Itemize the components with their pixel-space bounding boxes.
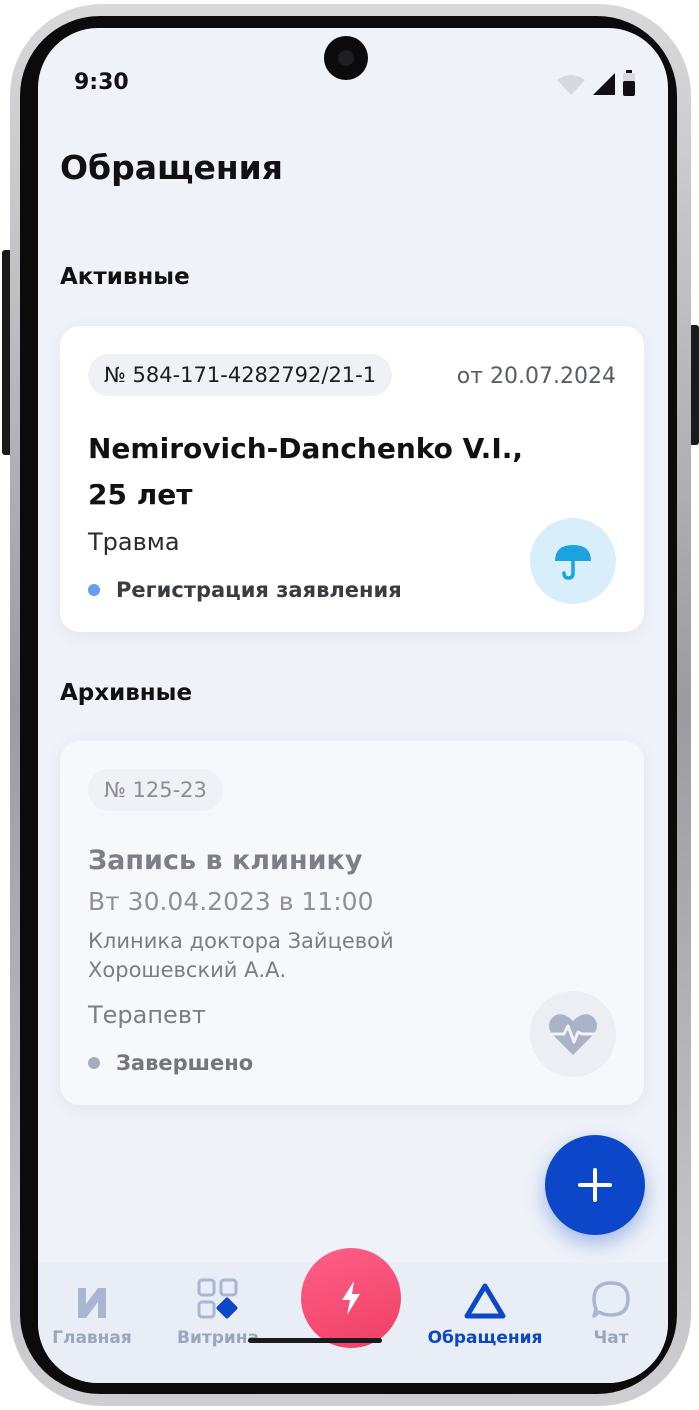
case-date: от 20.07.2024 — [456, 364, 616, 389]
case-category: Терапевт — [88, 1001, 206, 1029]
bottom-tab-bar: Главная Витрина Обращения Чат — [38, 1248, 668, 1383]
umbrella-icon — [530, 518, 616, 604]
section-title-active: Активные — [60, 264, 190, 290]
tab-cases[interactable]: Обращения — [425, 1262, 545, 1362]
appointment-title: Запись в клинику — [88, 845, 363, 876]
clinic-name: Клиника доктора Зайцевой — [88, 929, 394, 953]
signal-icon — [593, 73, 615, 95]
tab-chat[interactable]: Чат — [551, 1262, 668, 1362]
front-camera — [324, 36, 368, 80]
tab-showcase[interactable]: Витрина — [158, 1262, 278, 1362]
app-screen: 9:30 Обращения Активные № 584-171-428279… — [38, 28, 668, 1383]
tab-label: Чат — [593, 1328, 629, 1348]
quick-action-button[interactable] — [301, 1248, 401, 1348]
tab-label: Главная — [52, 1328, 132, 1348]
tab-home[interactable]: Главная — [38, 1262, 152, 1362]
patient-name: Nemirovich-Danchenko V.I., 25 лет — [88, 432, 524, 511]
tab-label: Витрина — [176, 1328, 260, 1348]
grid-icon — [197, 1278, 238, 1319]
case-number-chip: № 125-23 — [88, 769, 223, 811]
appointment-datetime: Вт 30.04.2023 в 11:00 — [88, 887, 374, 916]
active-case-card[interactable]: № 584-171-4282792/21-1 от 20.07.2024 Nem… — [60, 326, 644, 632]
chat-icon — [592, 1281, 630, 1318]
case-status: Завершено — [88, 1051, 253, 1075]
doctor-name: Хорошевский А.А. — [88, 958, 287, 982]
home-indicator[interactable] — [248, 1338, 382, 1343]
page-title: Обращения — [60, 148, 283, 187]
battery-icon — [623, 70, 635, 96]
archived-case-card[interactable]: № 125-23 Запись в клинику Вт 30.04.2023 … — [60, 741, 644, 1105]
status-time: 9:30 — [74, 70, 129, 95]
status-text: Регистрация заявления — [116, 578, 402, 602]
section-title-archived: Архивные — [60, 680, 193, 706]
add-case-button[interactable] — [545, 1135, 645, 1235]
case-status: Регистрация заявления — [88, 578, 402, 602]
status-dot — [88, 584, 100, 596]
status-text: Завершено — [116, 1051, 254, 1075]
tab-label: Обращения — [427, 1328, 543, 1348]
triangle-icon — [464, 1283, 506, 1319]
status-icons — [556, 70, 636, 96]
home-logo-icon — [78, 1288, 106, 1318]
plus-icon — [578, 1168, 612, 1202]
case-number-chip: № 584-171-4282792/21-1 — [88, 354, 393, 396]
case-category: Травма — [88, 528, 180, 556]
status-dot — [88, 1057, 100, 1069]
lightning-icon — [342, 1281, 360, 1315]
wifi-icon — [557, 75, 585, 95]
heart-pulse-icon — [530, 991, 616, 1077]
